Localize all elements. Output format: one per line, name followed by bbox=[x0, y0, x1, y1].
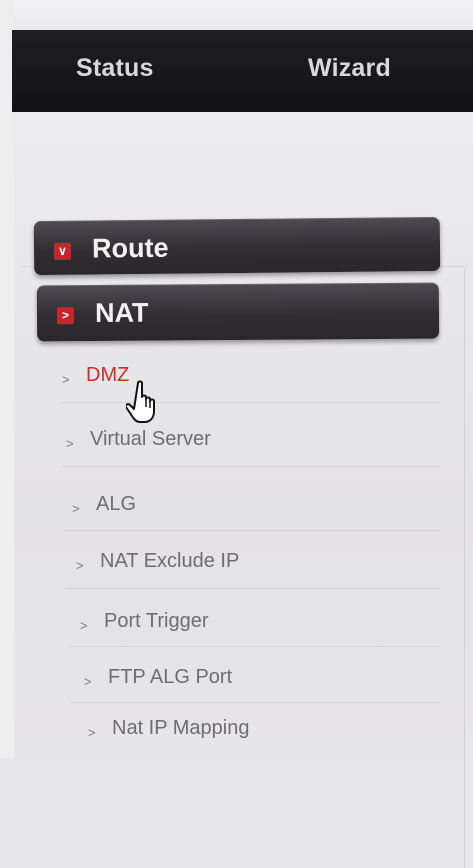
top-navigation-bar: Status Wizard bbox=[12, 30, 473, 112]
divider bbox=[68, 646, 440, 647]
divider bbox=[62, 466, 440, 467]
sidebar-item-label: Nat IP Mapping bbox=[112, 717, 250, 739]
hand-pointer-cursor-icon bbox=[126, 380, 155, 423]
chevron-right-icon: > bbox=[72, 501, 80, 516]
sidebar-item-label: Port Trigger bbox=[104, 610, 209, 632]
divider bbox=[66, 588, 440, 589]
sidebar-item-label: ALG bbox=[96, 493, 137, 515]
sidebar-item-label: FTP ALG Port bbox=[108, 666, 233, 688]
tab-status[interactable]: Status bbox=[76, 54, 154, 83]
screen-bezel-left bbox=[0, 0, 14, 758]
sidebar-item-label: NAT Exclude IP bbox=[100, 550, 240, 572]
chevron-right-icon: > bbox=[88, 725, 96, 740]
divider bbox=[60, 402, 440, 403]
divider bbox=[70, 702, 440, 703]
screen-bezel-top bbox=[0, 0, 473, 30]
sidebar-item-label: DMZ bbox=[86, 364, 130, 386]
divider bbox=[64, 530, 440, 531]
panel-edge bbox=[464, 268, 465, 868]
expand-toggle-icon: > bbox=[56, 307, 75, 325]
tab-wizard[interactable]: Wizard bbox=[308, 54, 391, 83]
sidebar-item-label: Virtual Server bbox=[90, 428, 211, 450]
menu-section-route[interactable]: ∨ Route bbox=[33, 216, 441, 276]
sidebar-panel bbox=[14, 112, 473, 868]
chevron-right-icon: > bbox=[80, 618, 88, 633]
chevron-right-icon: > bbox=[66, 436, 74, 451]
chevron-right-icon: > bbox=[84, 674, 92, 689]
chevron-right-icon: > bbox=[62, 372, 70, 387]
menu-section-label: NAT bbox=[94, 297, 149, 328]
chevron-right-icon: > bbox=[76, 558, 84, 573]
collapse-toggle-icon: ∨ bbox=[53, 242, 72, 260]
menu-section-label: Route bbox=[91, 232, 169, 264]
menu-section-nat[interactable]: > NAT bbox=[36, 282, 440, 342]
